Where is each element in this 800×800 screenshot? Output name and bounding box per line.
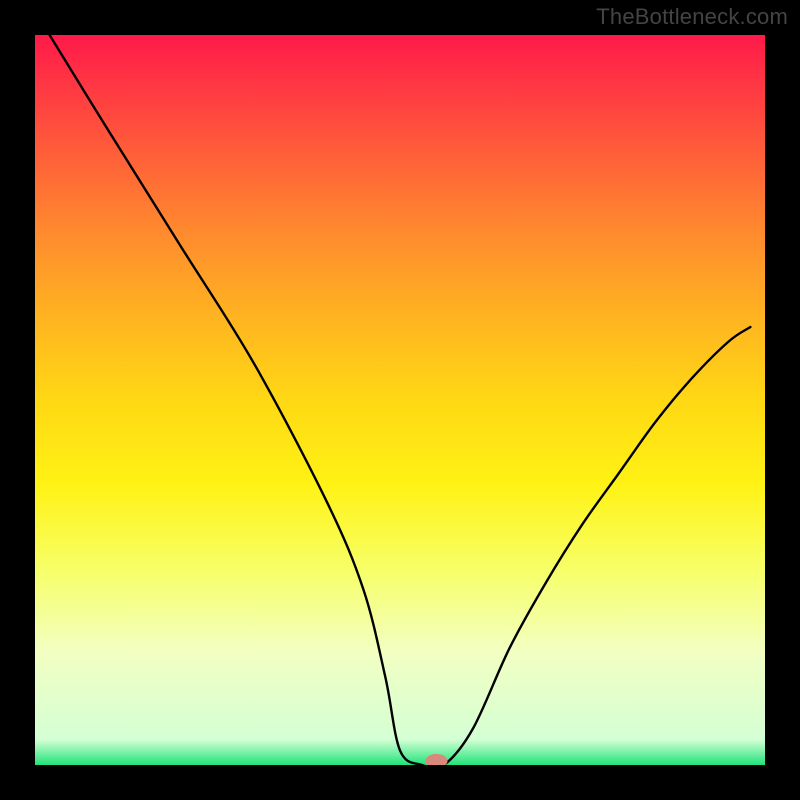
gradient-background bbox=[35, 35, 765, 765]
watermark-text: TheBottleneck.com bbox=[596, 4, 788, 30]
optimal-marker bbox=[426, 754, 448, 768]
bottleneck-chart: TheBottleneck.com bbox=[0, 0, 800, 800]
chart-svg bbox=[0, 0, 800, 800]
